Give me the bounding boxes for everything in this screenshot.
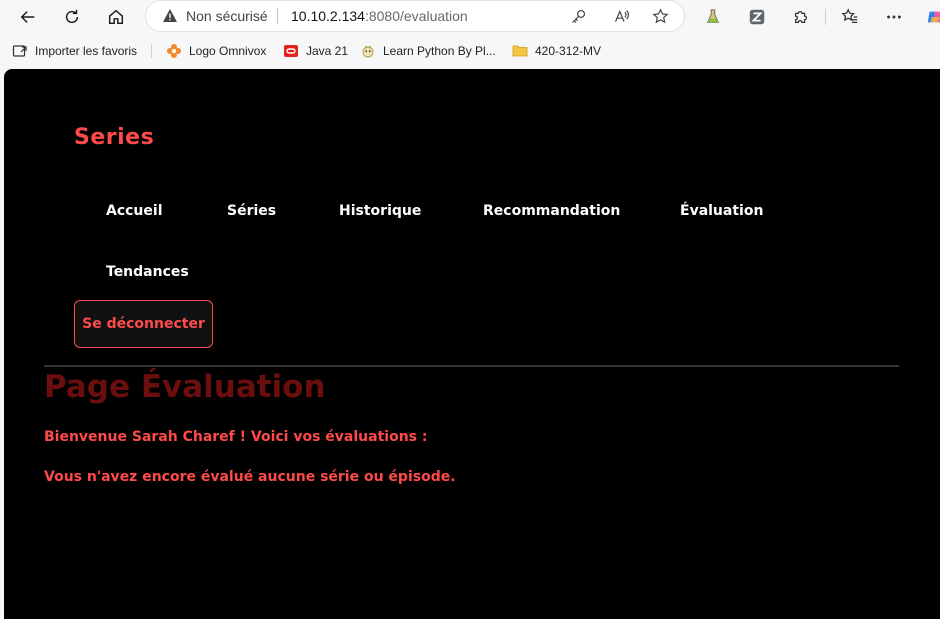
- toolbar-divider: [825, 9, 826, 25]
- welcome-message: Bienvenue Sarah Charef ! Voici vos évalu…: [44, 429, 428, 445]
- nav-link-recommandation[interactable]: Recommandation: [483, 203, 620, 219]
- warning-icon[interactable]: [162, 8, 178, 24]
- url-path: :8080/evaluation: [364, 8, 468, 24]
- bookmark-logo-omnivox[interactable]: Logo Omnivox: [166, 38, 266, 64]
- nav-link-tendances[interactable]: Tendances: [106, 264, 189, 280]
- bookmark-label: Importer les favoris: [35, 44, 138, 58]
- bookmark-label: Logo Omnivox: [189, 44, 267, 58]
- nav-link-historique[interactable]: Historique: [339, 203, 421, 219]
- extensions-puzzle-icon[interactable]: [788, 4, 814, 30]
- back-icon[interactable]: [15, 4, 41, 30]
- oracle-icon: [284, 45, 298, 57]
- page-title: Page Évaluation: [44, 369, 326, 405]
- bookmarks-bar: Importer les favoris Logo Omnivox Java 2…: [0, 38, 940, 64]
- url-text[interactable]: 10.10.2.134:8080/evaluation: [291, 8, 468, 24]
- bookmarks-divider: [151, 44, 152, 58]
- bookmark-folder-420-312-mv[interactable]: 420-312-MV: [512, 38, 601, 64]
- nav-link-series[interactable]: Séries: [227, 203, 276, 219]
- more-icon[interactable]: [881, 4, 907, 30]
- url-host: 10.10.2.134: [291, 8, 365, 24]
- key-icon[interactable]: [568, 6, 588, 26]
- bookmark-java-21[interactable]: Java 21: [283, 38, 348, 64]
- z-extension-icon[interactable]: [744, 4, 770, 30]
- logout-button[interactable]: Se déconnecter: [74, 300, 213, 348]
- folder-icon: [512, 45, 528, 57]
- browser-toolbar: Non sécurisé 10.10.2.134:8080/evaluation: [0, 0, 940, 33]
- site-logo[interactable]: Series: [74, 125, 154, 150]
- flask-icon[interactable]: [700, 4, 726, 30]
- omnivox-flower-icon: [167, 44, 181, 58]
- copilot-icon[interactable]: [922, 4, 940, 30]
- favorites-list-icon[interactable]: [837, 4, 863, 30]
- bookmark-label: 420-312-MV: [535, 44, 602, 58]
- bookmark-learn-python[interactable]: Learn Python By Pl...: [360, 38, 496, 64]
- nav-link-accueil[interactable]: Accueil: [106, 203, 163, 219]
- favorite-star-icon[interactable]: [650, 6, 670, 26]
- security-status[interactable]: Non sécurisé: [186, 8, 268, 24]
- header-divider: [44, 365, 899, 367]
- read-aloud-icon[interactable]: [611, 6, 631, 26]
- address-bar[interactable]: Non sécurisé 10.10.2.134:8080/evaluation: [146, 1, 684, 31]
- bookmark-import-favorites[interactable]: Importer les favoris: [12, 38, 137, 64]
- nav-link-evaluation[interactable]: Évaluation: [680, 203, 763, 219]
- python-game-icon: [362, 45, 374, 58]
- refresh-icon[interactable]: [59, 4, 85, 30]
- bookmark-label: Java 21: [306, 44, 349, 58]
- empty-evaluations-message: Vous n'avez encore évalué aucune série o…: [44, 469, 456, 485]
- home-icon[interactable]: [103, 4, 129, 30]
- address-divider: [277, 8, 278, 24]
- import-favorites-icon: [12, 45, 27, 57]
- bookmark-label: Learn Python By Pl...: [383, 44, 496, 58]
- page-viewport: Series Accueil Séries Historique Recomma…: [4, 69, 940, 619]
